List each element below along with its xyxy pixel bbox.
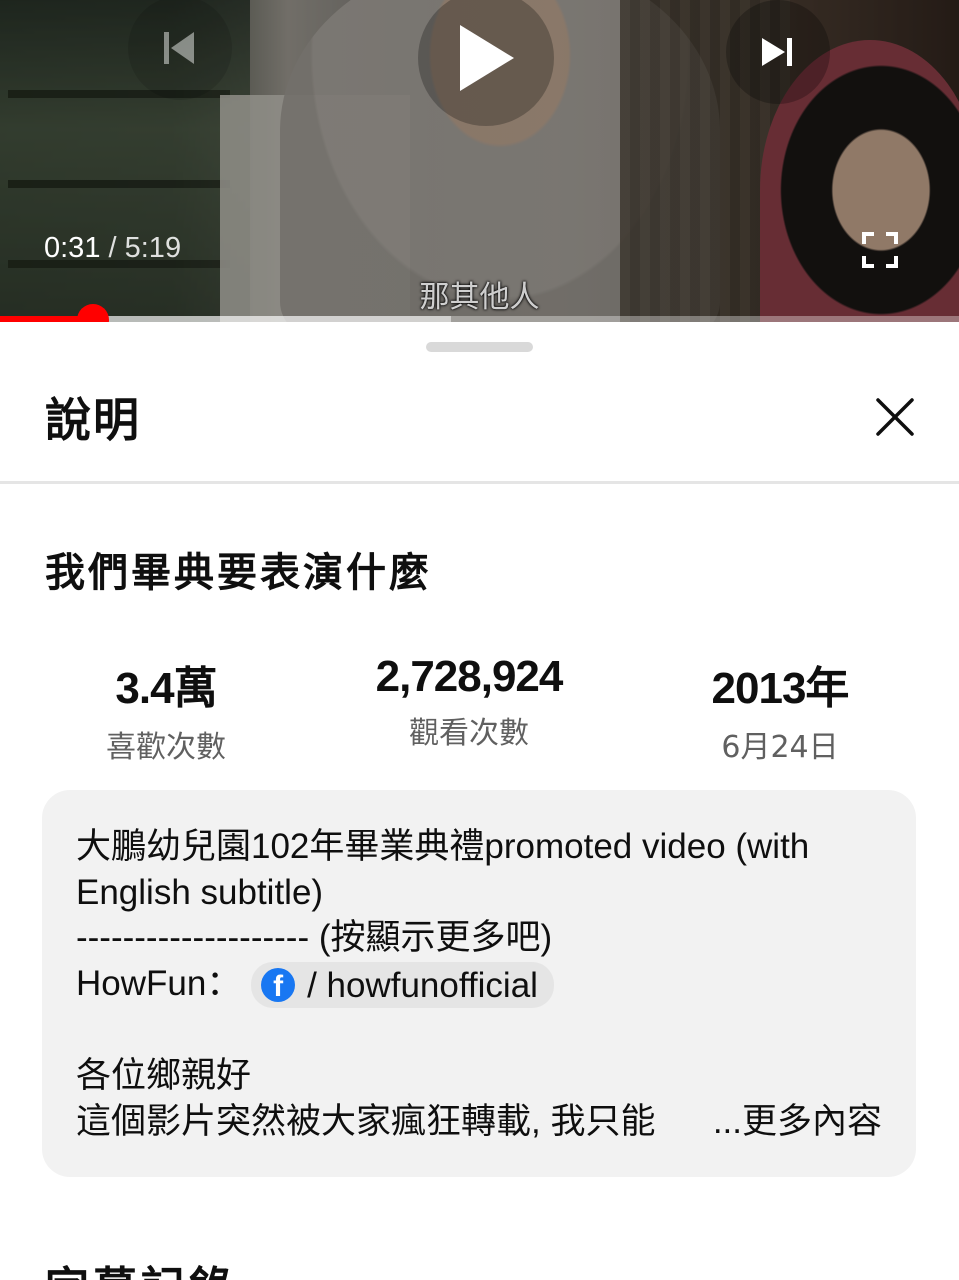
play-icon [460, 25, 514, 91]
description-last-line: 這個影片突然被大家瘋狂轉載, 我只能 ...更多內容 [76, 1098, 882, 1145]
time-separator: / [100, 232, 125, 264]
facebook-link-text: / howfunofficial [307, 965, 538, 1005]
sheet-title: 說明 [45, 393, 141, 447]
description-sheet: 說明 我們畢典要表演什麼 3.4萬 喜歡次數 2,728,924 觀看次數 20… [0, 322, 959, 1280]
fullscreen-icon [862, 232, 898, 268]
video-title: 我們畢典要表演什麼 [45, 550, 432, 596]
description-line: -------------------- (按顯示更多吧) [76, 918, 553, 957]
video-player[interactable]: 0:31 / 5:19 那其他人 [0, 0, 959, 322]
description-line: 這個影片突然被大家瘋狂轉載, 我只能 [76, 1101, 656, 1141]
drag-handle[interactable] [426, 342, 533, 352]
description-line: HowFun： f / howfunofficial [76, 961, 882, 1009]
description-line: 各位鄉親好 [76, 1056, 252, 1096]
close-icon [876, 398, 914, 436]
video-subtitle: 那其他人 [419, 280, 540, 315]
views-label: 觀看次數 [409, 716, 529, 751]
current-time: 0:31 [44, 232, 101, 264]
duration: 5:19 [124, 232, 182, 264]
description-box[interactable]: 大鵬幼兒園102年畢業典禮promoted video (with Englis… [42, 790, 916, 1177]
previous-button[interactable] [128, 0, 232, 100]
views-count: 2,728,924 [375, 652, 564, 701]
likes-label: 喜歡次數 [106, 730, 226, 765]
description-line: English subtitle) [76, 872, 324, 912]
publish-date: 6月24日 [721, 730, 839, 765]
howfun-label: HowFun： [76, 963, 242, 1003]
views-stat: 2,728,924 觀看次數 [340, 652, 598, 752]
publish-year: 2013年 [711, 664, 850, 713]
fullscreen-button[interactable] [858, 228, 902, 272]
likes-count: 3.4萬 [115, 664, 217, 713]
divider [0, 481, 959, 484]
date-stat: 2013年 6月24日 [680, 652, 880, 766]
close-button[interactable] [872, 394, 918, 440]
transcript-heading: 字幕記錄 [45, 1252, 237, 1280]
previous-icon [164, 32, 194, 64]
next-button[interactable] [726, 0, 830, 104]
show-more-button[interactable]: ...更多內容 [698, 1098, 882, 1145]
likes-stat: 3.4萬 喜歡次數 [66, 652, 266, 766]
facebook-link[interactable]: f / howfunofficial [251, 962, 554, 1009]
time-display: 0:31 / 5:19 [44, 232, 181, 265]
description-line: 大鵬幼兒園102年畢業典禮promoted video (with [76, 827, 810, 866]
facebook-icon: f [261, 968, 296, 1003]
next-icon [762, 38, 792, 66]
